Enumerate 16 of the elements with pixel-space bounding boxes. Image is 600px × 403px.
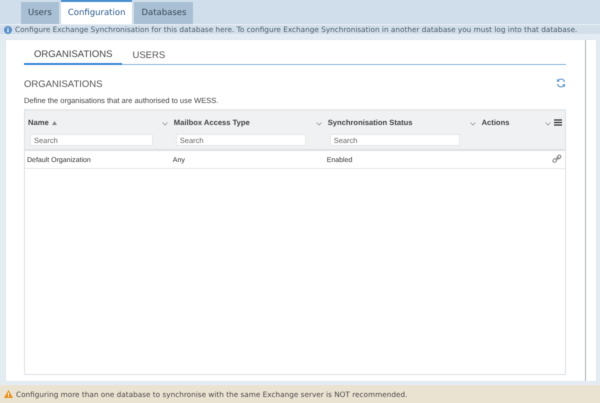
refresh-icon[interactable] (556, 78, 566, 88)
section-title: ORGANISATIONS (24, 78, 102, 90)
tab[interactable]: USERS (122, 46, 176, 64)
tab[interactable]: ORGANISATIONS (24, 46, 122, 65)
link-icon[interactable] (552, 154, 562, 164)
chevron-down-icon[interactable] (316, 122, 322, 126)
chevron-down-icon[interactable] (545, 122, 551, 126)
chevron-down-icon[interactable] (470, 122, 476, 126)
warning-icon (4, 390, 13, 398)
sort-ascending-icon (52, 120, 57, 124)
chevron-down-icon[interactable] (162, 122, 168, 126)
menu-icon[interactable] (554, 119, 562, 126)
tab[interactable]: Users (21, 2, 59, 24)
tab[interactable]: Databases (134, 2, 194, 24)
tab[interactable]: Configuration (60, 0, 132, 24)
info-icon (4, 26, 12, 34)
